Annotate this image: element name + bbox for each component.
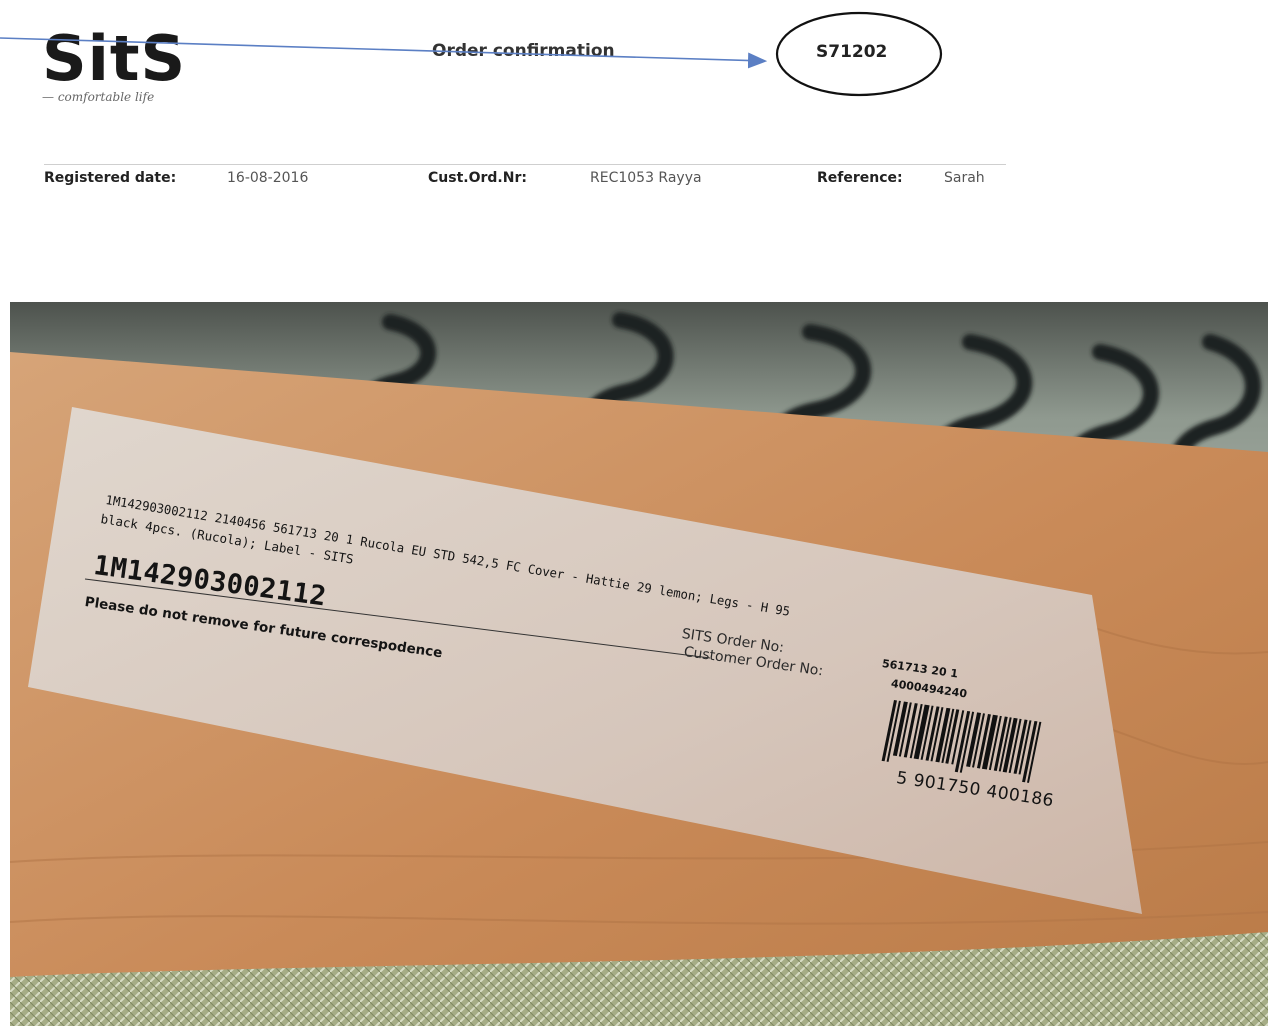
reference-value: Sarah: [944, 170, 985, 186]
logo-wordmark: SitS: [42, 22, 187, 95]
label-photo: 1M142903002112 2140456 561713 20 1 Rucol…: [10, 302, 1268, 1026]
company-logo: SitS — comfortable life: [42, 28, 202, 110]
document-title: Order confirmation: [432, 41, 615, 61]
order-number: S71202: [816, 42, 888, 62]
registered-date-value: 16-08-2016: [227, 170, 309, 186]
meta-divider: [44, 164, 1006, 165]
cust-ord-value: REC1053 Rayya: [590, 170, 702, 186]
logo-tagline: — comfortable life: [42, 90, 155, 104]
cust-ord-label: Cust.Ord.Nr:: [428, 170, 527, 186]
registered-date-label: Registered date:: [44, 170, 177, 186]
photo-scene: [10, 302, 1268, 1026]
reference-label: Reference:: [817, 170, 903, 186]
